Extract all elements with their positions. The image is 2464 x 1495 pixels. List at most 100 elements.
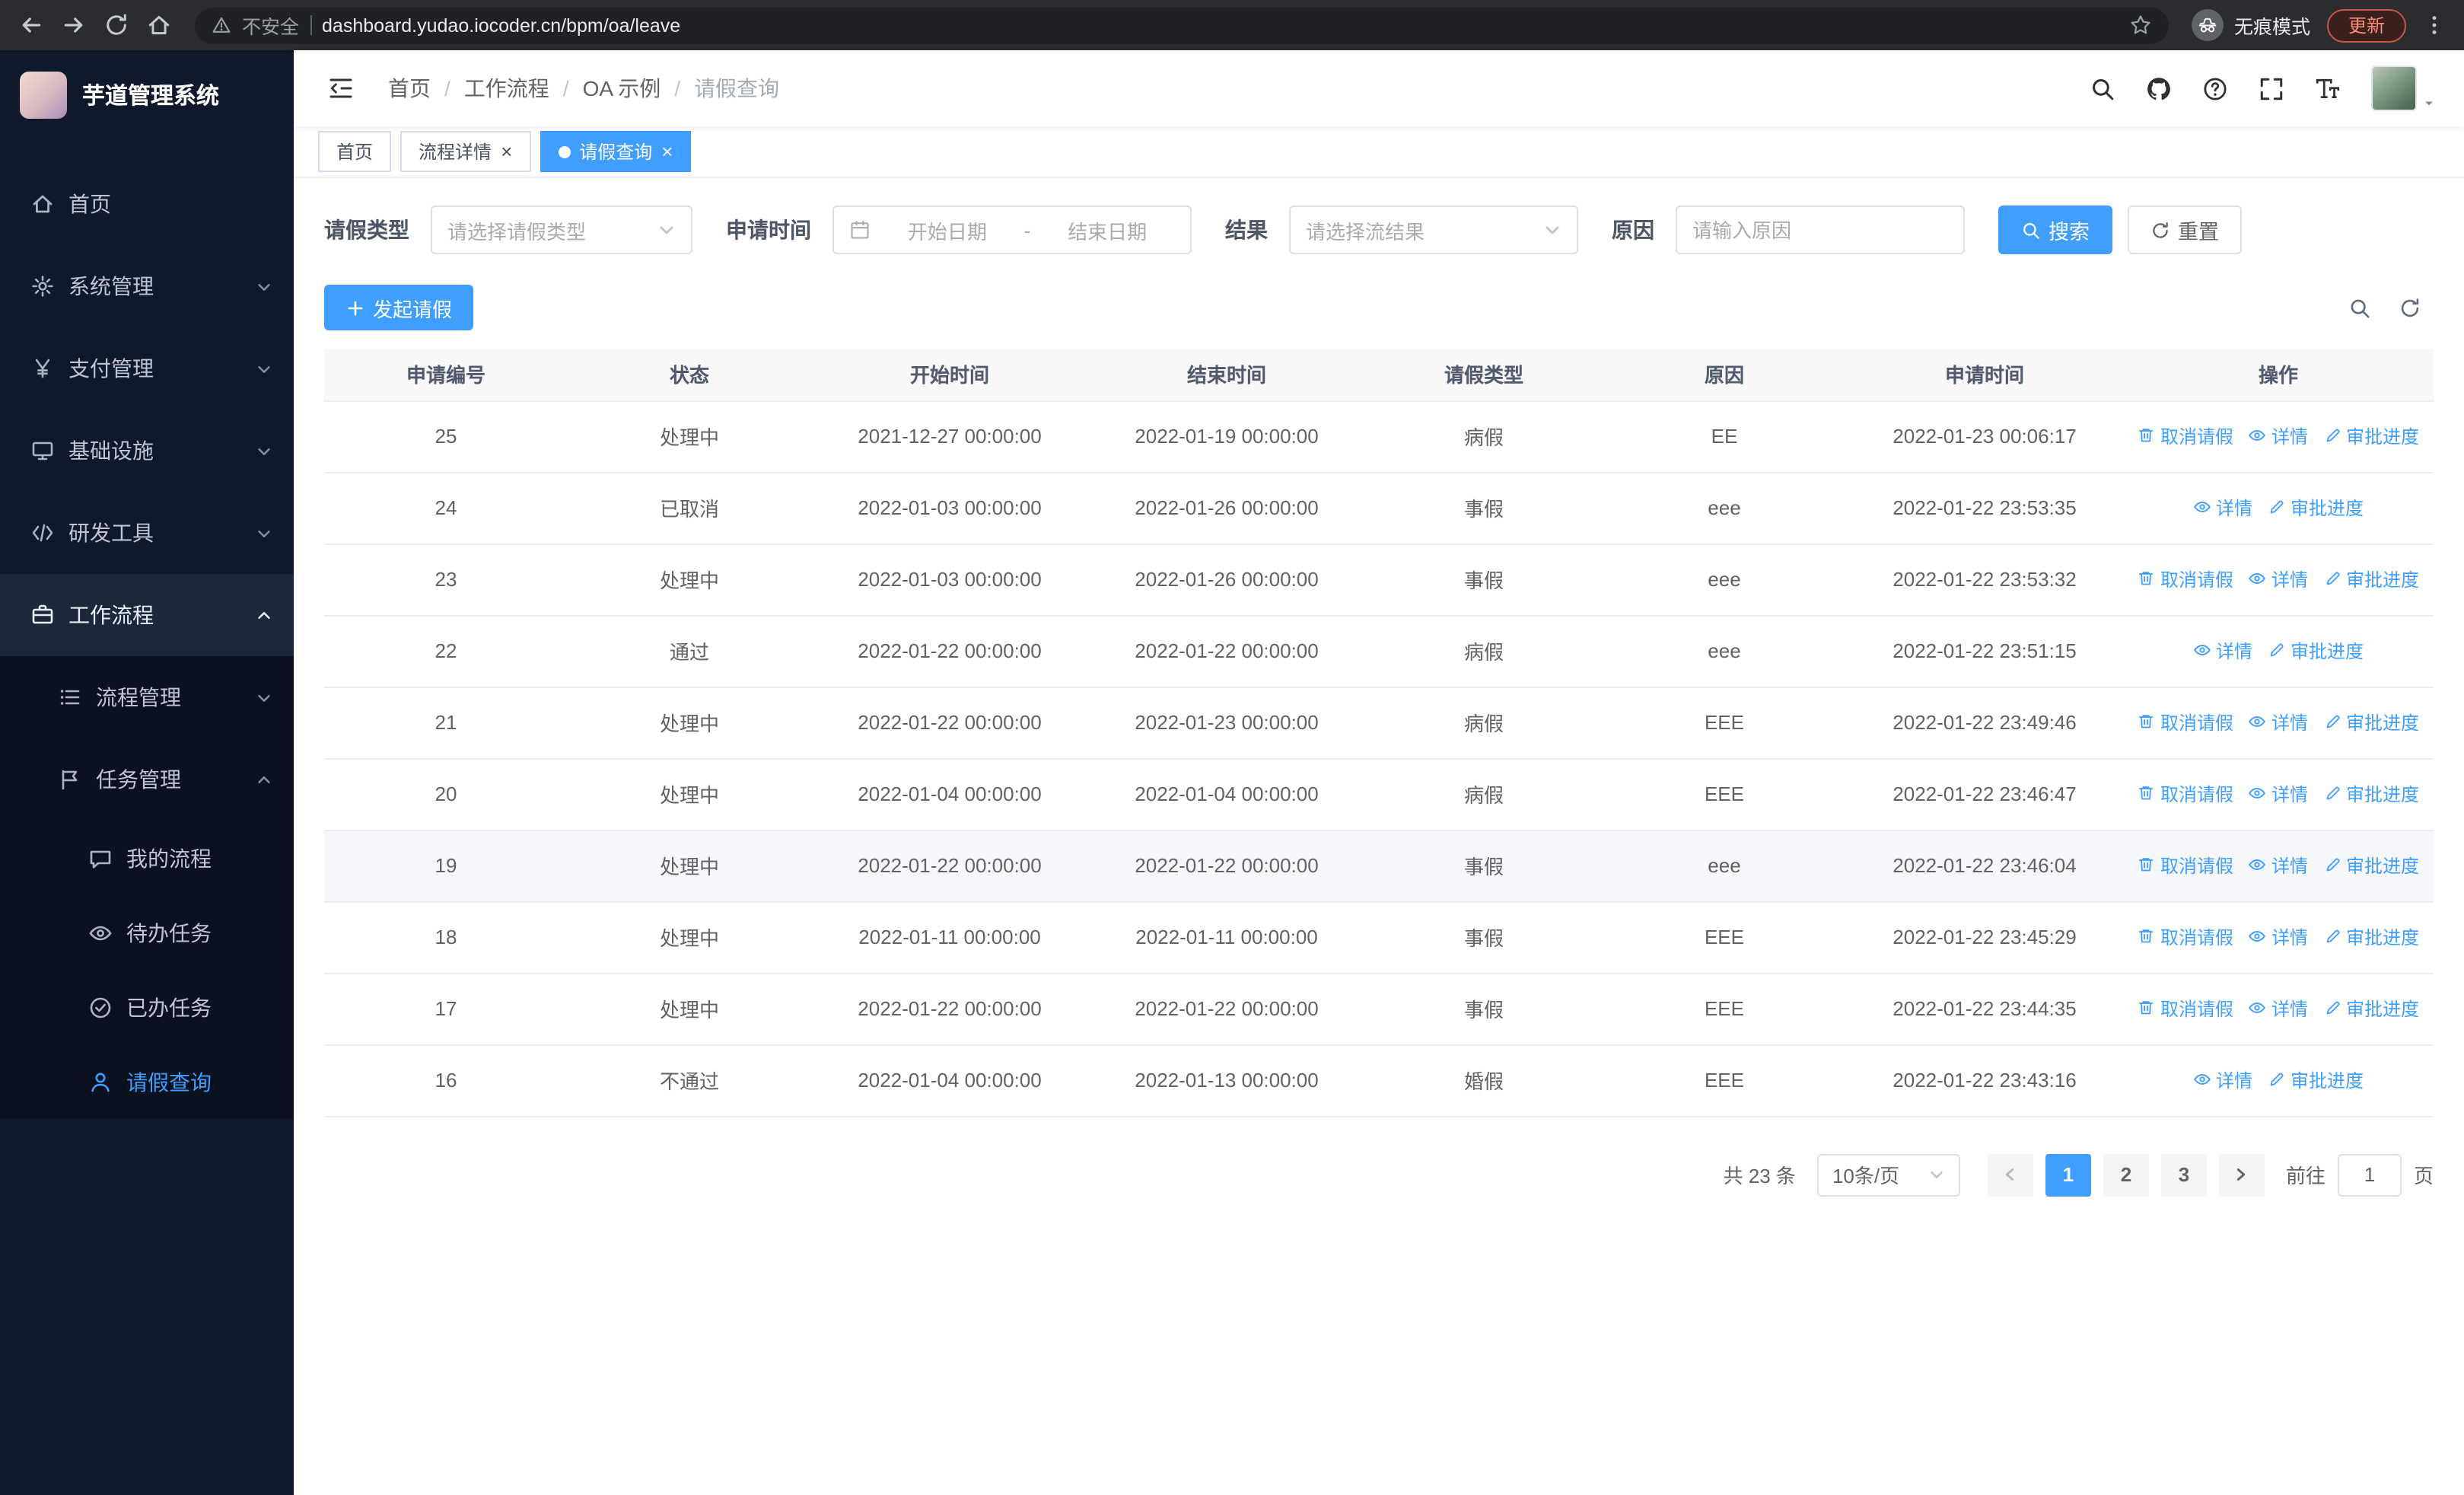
browser-back-icon[interactable] (18, 12, 44, 38)
cancel-leave-link[interactable]: 取消请假 (2138, 566, 2233, 592)
progress-link[interactable]: 审批进度 (2323, 709, 2419, 735)
result-select[interactable]: 请选择流结果 (1289, 206, 1578, 254)
sidebar-item-task-management[interactable]: 任务管理 (0, 738, 294, 821)
detail-link[interactable]: 详情 (2249, 781, 2308, 807)
browser-forward-icon[interactable] (61, 12, 87, 38)
close-tab-icon[interactable]: × (501, 142, 512, 161)
cell-end-time: 2022-01-22 00:00:00 (1088, 830, 1365, 902)
eye-icon (2193, 642, 2211, 660)
sidebar-item-home[interactable]: 首页 (0, 163, 294, 245)
cancel-leave-link[interactable]: 取消请假 (2138, 924, 2233, 950)
search-icon[interactable] (2090, 75, 2115, 101)
detail-link[interactable]: 详情 (2193, 638, 2252, 664)
close-tab-icon[interactable]: × (661, 142, 673, 161)
sidebar-item-process-management[interactable]: 流程管理 (0, 656, 294, 738)
progress-link[interactable]: 审批进度 (2323, 924, 2419, 950)
detail-link[interactable]: 详情 (2249, 924, 2308, 950)
progress-link[interactable]: 审批进度 (2268, 495, 2364, 521)
trash-icon (2138, 999, 2156, 1018)
progress-link[interactable]: 审批进度 (2268, 1067, 2364, 1093)
detail-link[interactable]: 详情 (2249, 709, 2308, 735)
detail-link[interactable]: 详情 (2249, 566, 2308, 592)
toggle-search-icon[interactable] (2348, 296, 2371, 319)
tab-label: 请假查询 (579, 142, 653, 163)
progress-link[interactable]: 审批进度 (2323, 853, 2419, 878)
github-icon[interactable] (2146, 75, 2172, 101)
reason-input[interactable] (1692, 218, 1948, 241)
fullscreen-icon[interactable] (2259, 75, 2284, 101)
user-menu[interactable] (2371, 65, 2437, 111)
detail-link[interactable]: 详情 (2249, 996, 2308, 1022)
progress-link[interactable]: 审批进度 (2323, 781, 2419, 807)
eye-icon (88, 920, 113, 945)
cancel-leave-link[interactable]: 取消请假 (2138, 853, 2233, 878)
page-button-3[interactable]: 3 (2160, 1153, 2207, 1196)
pen-icon (2268, 642, 2286, 660)
browser-home-icon[interactable] (146, 12, 172, 38)
bookmark-icon[interactable] (2129, 14, 2152, 37)
cell-leave-type: 事假 (1365, 973, 1603, 1045)
sidebar-item-infrastructure[interactable]: 基础设施 (0, 410, 294, 492)
cancel-leave-link[interactable]: 取消请假 (2138, 996, 2233, 1022)
breadcrumb-separator: / (444, 76, 450, 100)
progress-link[interactable]: 审批进度 (2323, 996, 2419, 1022)
tab-home[interactable]: 首页 (318, 131, 392, 172)
search-button[interactable]: 搜索 (1998, 206, 2112, 254)
page-size-select[interactable]: 10条/页 (1816, 1153, 1960, 1196)
refresh-table-icon[interactable] (2399, 296, 2421, 319)
cancel-leave-link[interactable]: 取消请假 (2138, 423, 2233, 449)
page-button-1[interactable]: 1 (2045, 1153, 2091, 1196)
breadcrumb-item[interactable]: 首页 (388, 73, 431, 104)
next-page-button[interactable] (2218, 1153, 2265, 1196)
font-size-icon[interactable] (2315, 75, 2341, 101)
breadcrumb-item[interactable]: OA 示例 (583, 73, 661, 104)
sidebar-item-workflow[interactable]: 工作流程 (0, 574, 294, 656)
progress-link[interactable]: 审批进度 (2323, 423, 2419, 449)
detail-link[interactable]: 详情 (2193, 1067, 2252, 1093)
user-icon (88, 1069, 113, 1094)
sidebar-item-leave-query[interactable]: 请假查询 (0, 1044, 294, 1119)
breadcrumb-item[interactable]: 工作流程 (464, 73, 549, 104)
browser-menu-icon[interactable] (2423, 14, 2446, 37)
op-label: 取消请假 (2160, 569, 2233, 591)
cancel-leave-link[interactable]: 取消请假 (2138, 709, 2233, 735)
cancel-leave-link[interactable]: 取消请假 (2138, 781, 2233, 807)
goto-page-input[interactable] (2337, 1153, 2402, 1196)
cell-reason: EEE (1603, 687, 1846, 759)
op-label: 详情 (2271, 926, 2308, 948)
tab-leave-query[interactable]: 请假查询 × (540, 131, 692, 172)
detail-link[interactable]: 详情 (2249, 853, 2308, 878)
progress-link[interactable]: 审批进度 (2268, 638, 2364, 664)
cell-id: 25 (324, 400, 568, 473)
collapse-sidebar-icon[interactable] (327, 76, 355, 100)
tab-process-detail[interactable]: 流程详情 × (400, 131, 531, 172)
op-label: 取消请假 (2160, 926, 2233, 948)
cell-start-time: 2022-01-22 00:00:00 (811, 830, 1088, 902)
help-icon[interactable] (2202, 75, 2228, 101)
sidebar-item-my-process[interactable]: 我的流程 (0, 821, 294, 895)
create-leave-button[interactable]: 发起请假 (324, 285, 474, 330)
prev-page-button[interactable] (1987, 1153, 2033, 1196)
sidebar-item-system-management[interactable]: 系统管理 (0, 245, 294, 327)
leave-type-select[interactable]: 请选择请假类型 (431, 206, 692, 254)
update-button[interactable]: 更新 (2326, 8, 2406, 42)
page-button-2[interactable]: 2 (2103, 1153, 2149, 1196)
sidebar-item-payment-management[interactable]: 支付管理 (0, 327, 294, 410)
address-bar[interactable]: 不安全 dashboard.yudao.iocoder.cn/bpm/oa/le… (195, 7, 2169, 43)
cell-end-time: 2022-01-13 00:00:00 (1088, 1044, 1365, 1117)
op-label: 审批进度 (2346, 783, 2420, 805)
sidebar-item-todo-tasks[interactable]: 待办任务 (0, 895, 294, 970)
cell-id: 17 (324, 973, 568, 1045)
breadcrumb: 首页 / 工作流程 / OA 示例 / 请假查询 (388, 73, 2056, 104)
apply-time-range-picker[interactable]: 开始日期 - 结束日期 (832, 206, 1192, 254)
reset-button[interactable]: 重置 (2128, 206, 2242, 254)
browser-reload-icon[interactable] (103, 12, 129, 38)
detail-link[interactable]: 详情 (2193, 495, 2252, 521)
sidebar-item-done-tasks[interactable]: 已办任务 (0, 970, 294, 1044)
sidebar-item-dev-tools[interactable]: 研发工具 (0, 492, 294, 574)
detail-link[interactable]: 详情 (2249, 423, 2308, 449)
cell-end-time: 2022-01-22 00:00:00 (1088, 973, 1365, 1045)
eye-icon (2249, 713, 2267, 732)
progress-link[interactable]: 审批进度 (2323, 566, 2419, 592)
cell-operations: 取消请假 详情 审批进度 (2123, 400, 2434, 473)
